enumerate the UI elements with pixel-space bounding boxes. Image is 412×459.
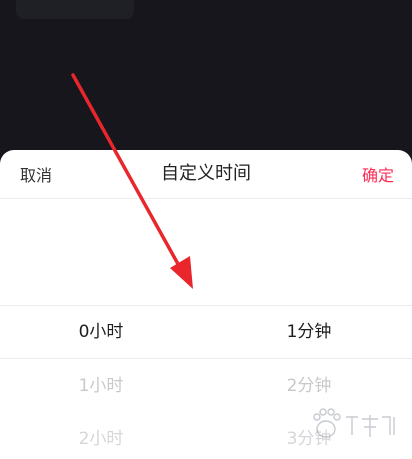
minutes-option-label: 2分钟: [286, 376, 332, 396]
sheet-title: 自定义时间: [161, 163, 251, 184]
hours-option-label: 2小时: [78, 429, 124, 449]
minutes-option-label: 1分钟: [286, 322, 332, 342]
app-screen: 取消 自定义时间 确定 0小时 1小时 2小时 1分钟 2分钟 3分钟: [0, 0, 412, 459]
minutes-option-selected[interactable]: 1分钟: [206, 320, 412, 344]
hours-wheel[interactable]: 0小时 1小时 2小时: [0, 199, 206, 459]
confirm-button[interactable]: 确定: [362, 165, 394, 187]
background-card: [16, 0, 134, 19]
baidu-paw-watermark-icon: [313, 408, 395, 438]
hours-option-selected[interactable]: 0小时: [0, 320, 206, 344]
hours-option[interactable]: 2小时: [0, 427, 206, 451]
minutes-option[interactable]: 2分钟: [206, 374, 412, 398]
hours-option[interactable]: 1小时: [0, 374, 206, 398]
hours-option-label: 1小时: [78, 376, 124, 396]
sheet-header: 取消 自定义时间 确定: [0, 150, 412, 199]
hours-option-label: 0小时: [78, 322, 124, 342]
